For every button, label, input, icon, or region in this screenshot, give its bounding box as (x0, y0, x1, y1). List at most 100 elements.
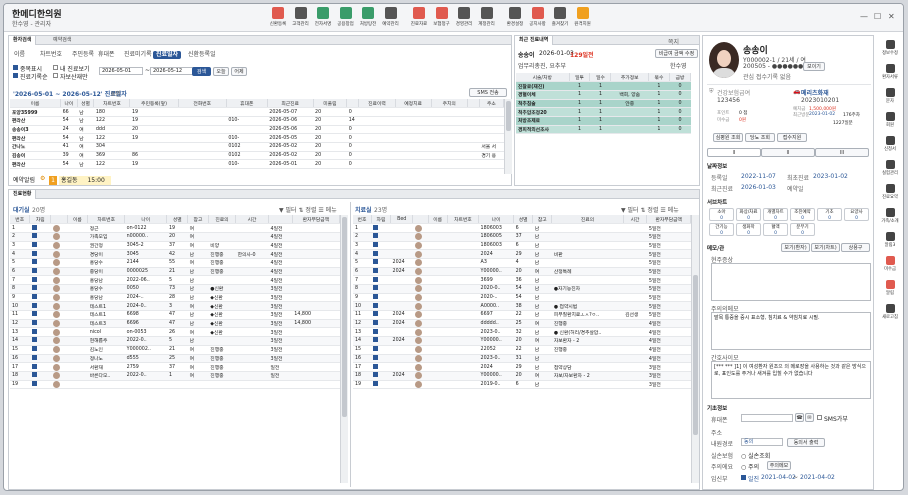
search-col-header[interactable]: 예정치료 (395, 99, 432, 109)
status-col-header[interactable]: 차림 (29, 215, 52, 225)
search-col-header[interactable]: 미풀림 (313, 99, 348, 109)
nurse-option[interactable]: ○ 주의 (741, 462, 759, 471)
search-col-header[interactable]: 전화번호 (178, 99, 227, 109)
table-row[interactable]: 15 22052 22 남 진행중 4일전 (353, 345, 691, 355)
row-checkbox[interactable] (31, 320, 37, 326)
search-subtab-5[interactable]: 진료일자 (153, 51, 182, 59)
toolbar-button-2[interactable]: 전자서명 (312, 5, 334, 31)
close-icon[interactable]: ✕ (888, 12, 895, 21)
side-tool-8[interactable]: 알림3 (876, 232, 903, 248)
table-row[interactable]: 간나노 41 여 304 0102 2026-05-02 20 0 서울 서 (10, 142, 504, 152)
table-row[interactable]: 11 2024 6697 22 남 피부질환치료ㅗㅅ?ㅇ.. 김선생 5일전 (353, 310, 691, 320)
toolbar-button-11[interactable]: 공지사항 (527, 5, 549, 31)
search-subtab-0[interactable]: 이름 (11, 51, 28, 59)
side-tool-9[interactable]: 미수금 (876, 256, 903, 272)
status-col-header[interactable]: 이름 (67, 215, 89, 225)
table-row[interactable]: 6 2024 Y00000.. 20 여 산정특례 5일전 (353, 267, 691, 277)
search-subtab-1[interactable]: 차트번호 (37, 51, 65, 59)
search-col-header[interactable]: 진료이력 (358, 99, 396, 109)
table-row[interactable]: 14 현해롭주 2022-0.. 5 남 3일전 (10, 336, 340, 346)
memo1-textarea[interactable] (711, 263, 871, 301)
tab-patient-search[interactable]: 환자검색 (9, 36, 37, 45)
row-checkbox[interactable] (373, 337, 379, 343)
memo-tab-1[interactable]: 보기(차트) (811, 243, 840, 252)
status-col-header[interactable]: 번호 (353, 215, 372, 225)
route-select[interactable]: 동의 (741, 438, 783, 446)
status-col-header[interactable]: 참고 (187, 215, 209, 225)
table-row[interactable]: 4 경당이 3045 42 남 진행중 한의사-0 4일전 (10, 249, 340, 259)
toolbar-button-3[interactable]: 공용창업 (335, 5, 357, 31)
table-row[interactable]: 경피적외선조사 1 1 1 0 (516, 125, 691, 135)
row-checkbox[interactable] (373, 346, 379, 352)
status-col-header[interactable]: 성별 (166, 215, 189, 225)
my-records-checkbox[interactable] (53, 65, 58, 70)
phone-call-icon[interactable]: ☎ (795, 413, 804, 422)
table-row[interactable]: 10 테스트1 2024-0.. 3 여 ◆신환 3일전 (10, 301, 340, 312)
waiting-filters[interactable]: ▼ 필터 ⇅ 정렬 ☰ 메뉴 (279, 205, 337, 214)
toolbar-button-1[interactable]: 고객관리 (290, 5, 312, 31)
patient-action-button-1[interactable]: 당뇨 조회 (745, 133, 775, 142)
table-row[interactable]: 1 1806003 6 남 5일전 (353, 223, 691, 233)
table-row[interactable]: 송송이3 24 여 ddd 20 2026-05-06 20 0 (10, 125, 504, 135)
status-col-header[interactable] (268, 215, 293, 225)
row-checkbox[interactable] (31, 285, 37, 291)
room-filters[interactable]: ▼ 필터 ⇅ 정렬 ☰ 메뉴 (621, 205, 679, 214)
row-checkbox[interactable] (31, 233, 37, 239)
table-row[interactable]: 19 (10, 380, 340, 390)
toolbar-button-7[interactable]: 보험청구 (431, 5, 453, 31)
side-tool-1[interactable]: 환자서류 (876, 64, 903, 80)
table-row[interactable]: 경혈이체 1 1 백회, 양숨 1 0 (516, 90, 691, 100)
sms-send-button[interactable]: SMS 전송 (469, 88, 507, 97)
sms-checkbox[interactable] (817, 415, 822, 420)
row-checkbox[interactable] (373, 259, 379, 265)
search-col-header[interactable]: 주치의 (431, 99, 468, 109)
side-tool-11[interactable]: 새로고침 (876, 304, 903, 320)
table-row[interactable]: 4 2024 29 남 비판 5일전 (353, 249, 691, 259)
date-from-input[interactable]: 2026-05-01 (99, 67, 143, 75)
subchart-chip[interactable]: 소아 0 (709, 208, 734, 221)
status-col-header[interactable]: 나이 (124, 215, 168, 225)
patient-tab-2[interactable]: III (815, 148, 869, 157)
row-checkbox[interactable] (31, 276, 37, 282)
table-row[interactable]: 17 서환재 2759 37 여 진행중 일전 (10, 362, 340, 372)
table-row[interactable]: 19 2019-0.. 6 남 3일전 (353, 380, 691, 390)
search-subtab-2[interactable]: 주민등록 (69, 51, 97, 59)
price-edit-button[interactable]: 비급여 금액 수정 (655, 49, 698, 58)
row-checkbox[interactable] (31, 328, 37, 334)
table-row[interactable]: 13 nicol on-0053 26 여 ◆신환 3일전 (10, 327, 340, 338)
memo3-textarea[interactable]: [*** *** ]1] 이 여성환자 원조으 의 메로장을 사용하는 것과 같… (711, 361, 871, 399)
nurse-memo-button[interactable]: 주의메모 (767, 461, 791, 470)
status-col-header[interactable]: 성별 (513, 215, 534, 225)
table-row[interactable]: 8 2020-0.. 54 남 ●자기능진자 5일전 (353, 284, 691, 294)
period-to[interactable]: 2021-04-02 (800, 474, 835, 481)
status-col-header[interactable] (50, 215, 68, 225)
table-row[interactable]: 12 테스트3 6696 47 남 ◆신환 3일전 14,800 (10, 319, 340, 329)
row-checkbox[interactable] (373, 311, 379, 317)
table-row[interactable]: 8 홍당수 0050 73 남 ●신환 3일전 (10, 284, 340, 294)
toolbar-button-5[interactable]: 예약관리 (380, 5, 402, 31)
row-checkbox[interactable] (31, 267, 37, 273)
subchart-chip[interactable]: 조진예약 0 (790, 208, 815, 221)
row-checkbox[interactable] (31, 380, 37, 386)
row-checkbox[interactable] (373, 276, 379, 282)
row-checkbox[interactable] (373, 363, 379, 369)
row-checkbox[interactable] (373, 233, 379, 239)
row-checkbox[interactable] (373, 294, 379, 300)
search-col-header[interactable]: 주민등록(앞) (129, 99, 179, 109)
row-checkbox[interactable] (31, 346, 37, 352)
subchart-chip[interactable]: 생화학 0 (736, 223, 761, 236)
status-col-header[interactable]: 진료의 (208, 215, 237, 225)
table-row[interactable]: 16 2023-0.. 31 남 4일전 (353, 354, 691, 364)
search-col-header[interactable]: 이름 (10, 99, 62, 109)
status-col-header[interactable]: Bed (390, 215, 414, 225)
memo-tab-0[interactable]: 보기(환자) (781, 243, 810, 252)
row-checkbox[interactable] (373, 224, 379, 230)
table-row[interactable]: 7 홍당남 2022-06.. 5 남 4일전 (10, 275, 340, 285)
search-col-header[interactable]: 주소 (479, 99, 505, 109)
table-row[interactable]: 편라산 54 남 122 19 010- 2026-05-05 20 0 (10, 133, 504, 143)
table-row[interactable]: 18 2024 Y00000.. 20 여 자보/자보환자 - 2 3일전 (353, 371, 691, 381)
table-row[interactable]: 15 김노인 Y000002.. 21 여 진행중 3일전 (10, 345, 340, 355)
consent-print-button[interactable]: 동의서 출력 (787, 438, 825, 447)
search-subtab-3[interactable]: 휴대폰 (95, 51, 118, 59)
room-scrollbar[interactable] (691, 215, 699, 483)
